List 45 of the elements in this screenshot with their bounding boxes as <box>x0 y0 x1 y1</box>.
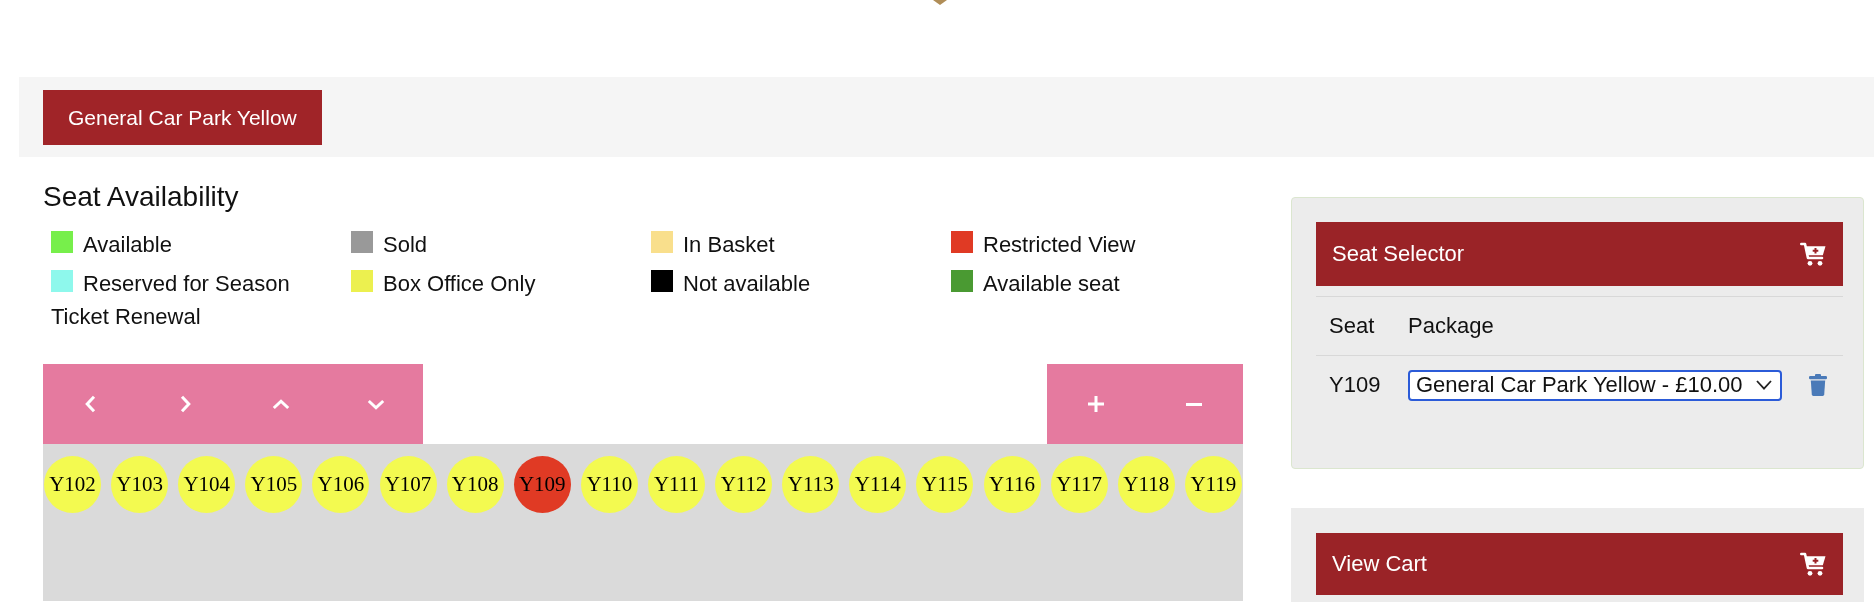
cart-add-icon <box>1800 242 1826 266</box>
seat[interactable]: Y102 <box>44 456 101 513</box>
seat[interactable]: Y103 <box>111 456 169 513</box>
legend-label: Box Office Only <box>383 271 536 296</box>
seat[interactable]: Y114 <box>849 456 907 513</box>
legend-label: Available <box>83 232 172 257</box>
seat[interactable]: Y110 <box>580 456 638 513</box>
legend-label: Sold <box>383 232 428 257</box>
seat[interactable]: Y118 <box>1117 456 1175 513</box>
package-select[interactable]: General Car Park Yellow - £10.00 <box>1408 369 1782 401</box>
seat[interactable]: Y108 <box>446 456 504 513</box>
seat[interactable]: Y112 <box>715 456 773 513</box>
seat[interactable]: Y104 <box>178 456 236 513</box>
seat[interactable]: Y116 <box>983 456 1041 513</box>
panel-title: View Cart <box>1332 551 1427 577</box>
seat[interactable]: Y106 <box>312 456 370 513</box>
chevron-down-icon <box>1756 380 1772 390</box>
chevron-down-icon <box>366 398 385 410</box>
seat[interactable]: Y111 <box>648 456 705 513</box>
chevron-left-icon <box>85 395 96 413</box>
chevron-right-icon <box>180 395 191 413</box>
seat[interactable]: Y119 <box>1184 456 1242 513</box>
trash-icon[interactable] <box>1809 374 1827 396</box>
legend-label: Reserved for Season Ticket Renewal <box>51 271 290 329</box>
legend-label: In Basket <box>683 232 775 257</box>
cart-add-icon <box>1800 552 1826 576</box>
seat[interactable]: Y115 <box>916 456 974 513</box>
seat[interactable]: Y117 <box>1050 456 1108 513</box>
section-heading: Seat Availability <box>43 182 239 212</box>
logo-icon <box>933 0 947 5</box>
seat[interactable]: Y109 <box>513 456 571 513</box>
column-header: Seat <box>1329 313 1375 339</box>
seat[interactable]: Y105 <box>245 456 303 513</box>
legend-label: Available seat <box>983 271 1120 296</box>
chevron-up-icon <box>271 398 290 410</box>
seat[interactable]: Y113 <box>782 456 840 513</box>
minus-icon <box>1186 402 1202 406</box>
seat[interactable]: Y107 <box>379 456 437 513</box>
legend-label: Not available <box>683 271 811 296</box>
table-cell: Y109 <box>1329 372 1381 398</box>
column-header: Package <box>1408 313 1494 339</box>
panel-title: Seat Selector <box>1332 241 1465 267</box>
plus-icon <box>1088 396 1104 412</box>
legend-label: Restricted View <box>983 232 1136 257</box>
tab[interactable]: General Car Park Yellow <box>43 90 322 145</box>
